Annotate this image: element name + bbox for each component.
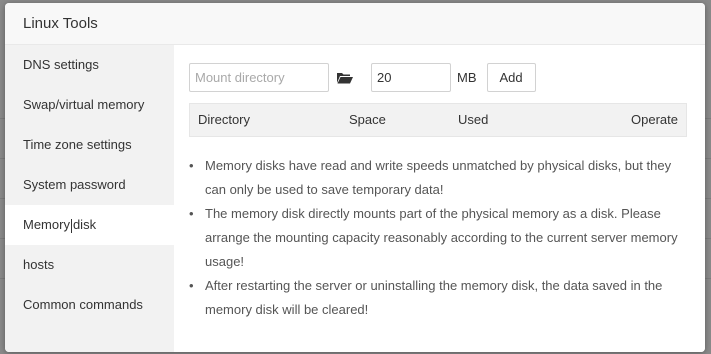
main-panel: MB Add Directory Space Used Operate • Me… <box>174 45 705 352</box>
note-item: • The memory disk directly mounts part o… <box>189 202 687 274</box>
sidebar-item-label: Swap/virtual memory <box>23 97 145 112</box>
disk-size-input[interactable] <box>371 62 451 92</box>
column-header-operate[interactable]: Operate <box>631 104 678 136</box>
sidebar-item-label: Time zone settings <box>23 137 132 152</box>
sidebar-item-label-part2: disk <box>72 217 97 232</box>
sidebar-item-label: Common commands <box>23 297 143 312</box>
mount-directory-input[interactable] <box>189 62 329 92</box>
dialog-titlebar[interactable]: Linux Tools <box>5 3 705 45</box>
column-header-used[interactable]: Used <box>458 104 488 136</box>
note-text: The memory disk directly mounts part of … <box>205 206 678 269</box>
size-unit-label: MB <box>457 69 477 85</box>
note-item: • After restarting the server or uninsta… <box>189 274 687 322</box>
add-button[interactable]: Add <box>486 62 536 92</box>
memory-disk-toolbar: MB Add <box>189 62 536 92</box>
linux-tools-dialog: Linux Tools DNS settings Swap/virtual me… <box>5 3 705 352</box>
sidebar-item-system-password[interactable]: System password <box>5 165 174 205</box>
sidebar-item-dns-settings[interactable]: DNS settings <box>5 45 174 85</box>
bullet: • <box>189 158 194 173</box>
column-header-space[interactable]: Space <box>349 104 386 136</box>
dialog-title: Linux Tools <box>23 15 98 32</box>
sidebar-item-label: System password <box>23 177 126 192</box>
bullet: • <box>189 278 194 293</box>
sidebar-item-time-zone-settings[interactable]: Time zone settings <box>5 125 174 165</box>
sidebar-item-common-commands[interactable]: Common commands <box>5 285 174 325</box>
memory-disk-notes: • Memory disks have read and write speed… <box>189 154 687 322</box>
bullet: • <box>189 206 194 221</box>
note-text: Memory disks have read and write speeds … <box>205 158 672 197</box>
sidebar: DNS settings Swap/virtual memory Time zo… <box>5 45 174 352</box>
note-item: • Memory disks have read and write speed… <box>189 154 687 202</box>
sidebar-item-memory-disk[interactable]: Memory disk <box>5 205 174 245</box>
table-header-row: Directory Space Used Operate <box>189 103 687 137</box>
sidebar-item-label: hosts <box>23 257 55 272</box>
column-header-directory[interactable]: Directory <box>198 104 250 136</box>
sidebar-item-swap-virtual-memory[interactable]: Swap/virtual memory <box>5 85 174 125</box>
note-text: After restarting the server or uninstall… <box>205 278 663 317</box>
text-cursor <box>70 218 72 233</box>
folder-open-icon[interactable] <box>337 71 353 84</box>
sidebar-item-label: DNS settings <box>23 57 99 72</box>
sidebar-item-label-part1: Memory <box>23 217 70 232</box>
sidebar-item-hosts[interactable]: hosts <box>5 245 174 285</box>
